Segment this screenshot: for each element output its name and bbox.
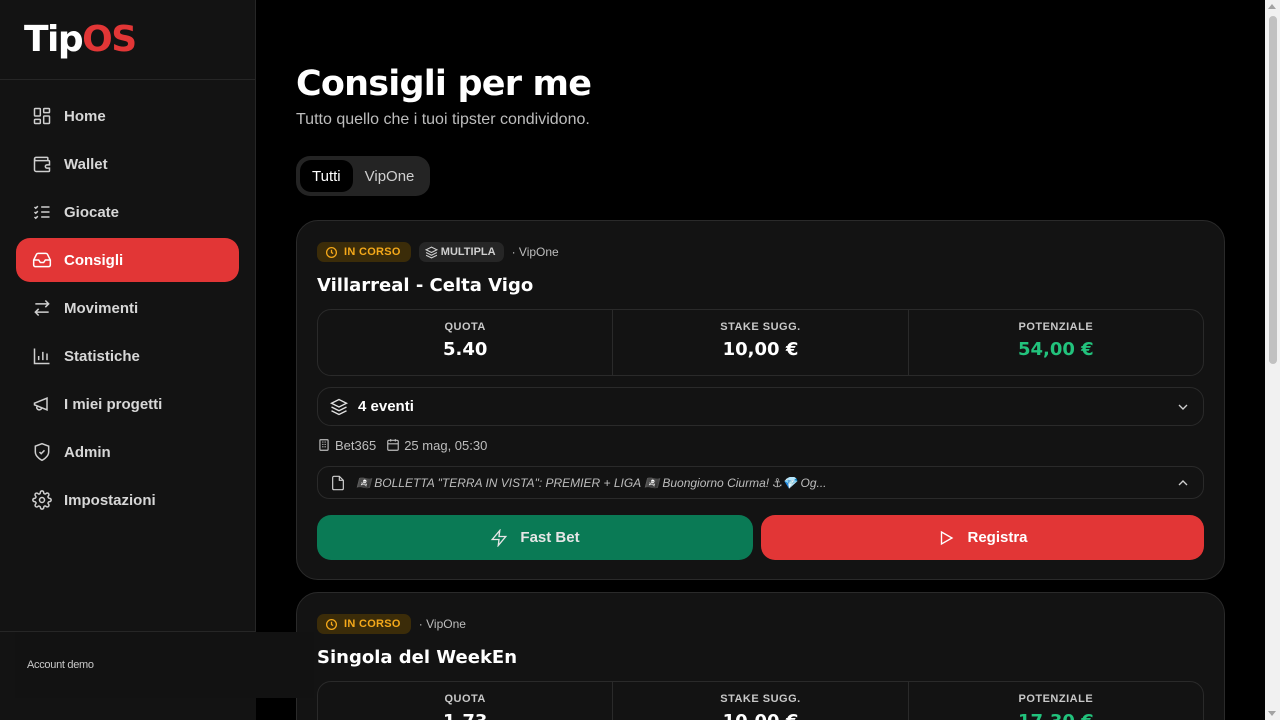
card-meta: Bet365 25 mag, 05:30 xyxy=(317,437,487,453)
filter-tabs: Tutti VipOne xyxy=(296,156,431,196)
stat-stake: STAKE SUGG. 10,00 € xyxy=(613,682,909,720)
events-toggle[interactable]: 4 eventi xyxy=(317,387,1204,426)
card-title: Villarreal - Celta Vigo xyxy=(317,275,534,296)
tip-card: IN CORSO MULTIPLA · VipOne Villarreal - … xyxy=(296,220,1225,580)
card-tags: IN CORSO · VipOne xyxy=(317,613,466,635)
stat-value: 5.40 xyxy=(442,339,488,360)
sidebar-item-label: Admin xyxy=(64,443,111,461)
tab-tutti[interactable]: Tutti xyxy=(300,160,353,192)
stats-row: QUOTA 1.73 STAKE SUGG. 10,00 € POTENZIAL… xyxy=(317,681,1204,720)
note-text: 🏴‍☠️ BOLLETTA "TERRA IN VISTA": PREMIER … xyxy=(356,475,827,490)
stat-potenziale: POTENZIALE 17,30 € xyxy=(909,682,1203,720)
clock-icon xyxy=(325,618,338,631)
source-label: · VipOne xyxy=(418,617,466,631)
scroll-down-arrow-icon[interactable] xyxy=(1268,711,1276,716)
sidebar-item-label: I miei progetti xyxy=(64,395,163,413)
stat-potenziale: POTENZIALE 54,00 € xyxy=(909,310,1203,375)
stat-value: 54,00 € xyxy=(1017,339,1094,360)
inbox-icon xyxy=(32,250,52,270)
play-icon xyxy=(937,529,955,547)
card-tags: IN CORSO MULTIPLA · VipOne xyxy=(317,241,559,263)
bookmaker-label: Bet365 xyxy=(335,437,377,453)
stats-row: QUOTA 5.40 STAKE SUGG. 10,00 € POTENZIAL… xyxy=(317,309,1204,376)
sidebar-item-label: Consigli xyxy=(64,251,124,269)
stat-label: POTENZIALE xyxy=(1018,321,1094,333)
card-title: Singola del WeekEn xyxy=(317,647,518,668)
zap-icon xyxy=(490,528,508,547)
building-icon xyxy=(317,438,331,452)
page-subtitle: Tutto quello che i tuoi tipster condivid… xyxy=(296,111,590,128)
wallet-icon xyxy=(32,154,52,174)
stat-value: 1.73 xyxy=(318,711,612,720)
arrows-icon xyxy=(32,298,52,318)
chevron-up-icon xyxy=(1175,475,1191,491)
clock-icon xyxy=(325,246,338,259)
megaphone-icon xyxy=(32,394,52,414)
brand: TipOS xyxy=(0,0,255,80)
grid-icon xyxy=(32,106,52,126)
logo[interactable]: TipOS xyxy=(24,20,231,60)
sidebar-item-statistiche[interactable]: Statistiche xyxy=(16,334,239,378)
stat-value: 10,00 € xyxy=(613,711,907,720)
status-badge: IN CORSO xyxy=(317,242,411,262)
sidebar: TipOS Home Wallet Giocate Consigli Movim… xyxy=(0,0,256,720)
account-switcher[interactable]: Account demo xyxy=(15,632,314,698)
status-label: IN CORSO xyxy=(344,246,401,258)
sidebar-item-home[interactable]: Home xyxy=(16,94,239,138)
sidebar-item-consigli[interactable]: Consigli xyxy=(16,238,239,282)
stat-value: 17,30 € xyxy=(909,711,1203,720)
stat-label: STAKE SUGG. xyxy=(720,693,801,705)
scroll-up-arrow-icon[interactable] xyxy=(1268,4,1276,9)
sidebar-item-movimenti[interactable]: Movimenti xyxy=(16,286,239,330)
register-label: Registra xyxy=(967,529,1028,546)
tip-card: IN CORSO · VipOne Singola del WeekEn QUO… xyxy=(296,592,1225,720)
tab-vipone[interactable]: VipOne xyxy=(353,160,427,192)
logo-part-1: Tip xyxy=(24,19,84,60)
stat-label: QUOTA xyxy=(444,321,486,333)
source-label: · VipOne xyxy=(511,245,559,259)
file-icon xyxy=(330,475,346,491)
status-label: IN CORSO xyxy=(344,618,401,630)
sidebar-item-label: Statistiche xyxy=(64,347,140,365)
sidebar-item-label: Movimenti xyxy=(64,299,139,317)
checklist-icon xyxy=(32,202,52,222)
stat-label: QUOTA xyxy=(444,693,486,705)
stat-label: STAKE SUGG. xyxy=(720,321,801,333)
events-label: 4 eventi xyxy=(358,398,414,415)
sidebar-item-admin[interactable]: Admin xyxy=(16,430,239,474)
sidebar-nav: Home Wallet Giocate Consigli Movimenti S… xyxy=(0,80,255,522)
layers-icon xyxy=(424,245,438,259)
shield-icon xyxy=(32,442,52,462)
calendar-icon xyxy=(386,438,400,452)
sidebar-item-label: Impostazioni xyxy=(64,491,156,509)
chevron-down-icon xyxy=(1175,399,1191,415)
sidebar-item-label: Giocate xyxy=(64,203,120,221)
sidebar-item-label: Home xyxy=(64,107,106,125)
fast-bet-button[interactable]: Fast Bet xyxy=(317,515,753,560)
stat-quota: QUOTA 5.40 xyxy=(318,310,614,375)
bar-chart-icon xyxy=(32,346,52,366)
stat-label: POTENZIALE xyxy=(1018,693,1094,705)
type-label: MULTIPLA xyxy=(440,246,496,258)
sidebar-item-impostazioni[interactable]: Impostazioni xyxy=(16,478,239,522)
date-label: 25 mag, 05:30 xyxy=(404,437,488,453)
type-badge: MULTIPLA xyxy=(418,242,504,262)
logo-part-2: OS xyxy=(82,19,137,60)
sidebar-item-giocate[interactable]: Giocate xyxy=(16,190,239,234)
stat-quota: QUOTA 1.73 xyxy=(318,682,614,720)
sidebar-item-label: Wallet xyxy=(64,155,108,173)
fast-bet-label: Fast Bet xyxy=(520,529,580,546)
sidebar-item-progetti[interactable]: I miei progetti xyxy=(16,382,239,426)
status-badge: IN CORSO xyxy=(317,614,411,634)
note-toggle[interactable]: 🏴‍☠️ BOLLETTA "TERRA IN VISTA": PREMIER … xyxy=(317,466,1204,499)
stat-stake: STAKE SUGG. 10,00 € xyxy=(613,310,909,375)
register-button[interactable]: Registra xyxy=(761,515,1204,560)
layers-icon xyxy=(330,398,348,416)
stat-value: 10,00 € xyxy=(722,339,799,360)
page-title: Consigli per me xyxy=(296,64,592,104)
page-scrollbar[interactable] xyxy=(1265,0,1280,720)
scrollbar-thumb[interactable] xyxy=(1269,16,1277,364)
sidebar-item-wallet[interactable]: Wallet xyxy=(16,142,239,186)
gear-icon xyxy=(32,490,52,510)
